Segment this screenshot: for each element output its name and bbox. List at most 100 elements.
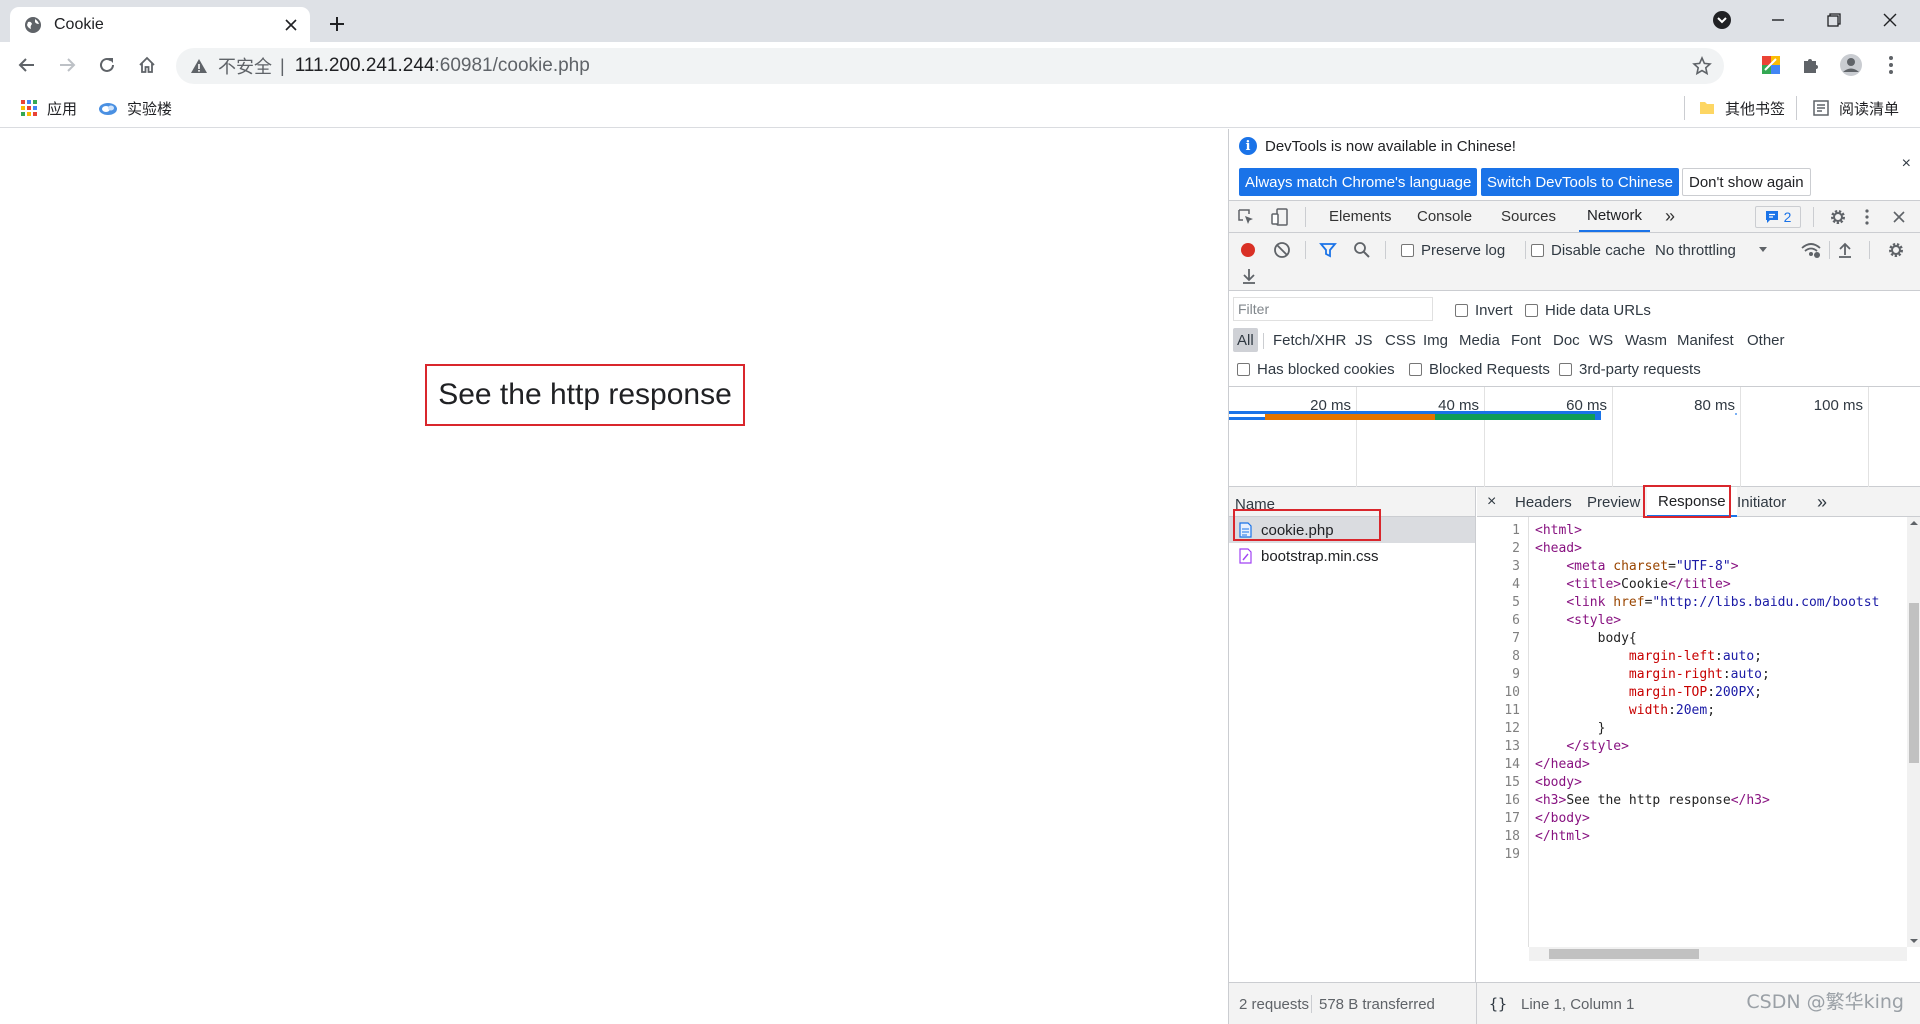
always-match-language-button[interactable]: Always match Chrome's language: [1239, 168, 1478, 196]
bookmark-star-icon[interactable]: [1692, 56, 1712, 76]
apps-grid-icon: [20, 99, 38, 117]
close-tab-icon[interactable]: [276, 10, 306, 40]
filter-type-font[interactable]: Font: [1507, 328, 1545, 352]
filter-type-ws[interactable]: WS: [1585, 328, 1617, 352]
network-overview-timeline[interactable]: 20 ms 40 ms 60 ms 80 ms 100 ms: [1229, 387, 1920, 487]
clear-icon[interactable]: [1273, 239, 1291, 261]
bookmark-shiyanlou[interactable]: 实验楼: [98, 95, 172, 121]
infobar-close-icon[interactable]: ×: [1902, 155, 1911, 173]
third-party-box[interactable]: [1559, 362, 1572, 376]
preserve-log-box[interactable]: [1401, 243, 1414, 257]
filter-type-all[interactable]: All: [1233, 328, 1258, 352]
blocked-requests-label: Blocked Requests: [1429, 360, 1550, 378]
issues-badge[interactable]: 2: [1755, 206, 1801, 228]
blocked-requests-box[interactable]: [1409, 362, 1422, 376]
network-settings-icon[interactable]: [1887, 239, 1905, 261]
bookmark-other[interactable]: 其他书签: [1698, 95, 1785, 121]
vertical-scroll-thumb[interactable]: [1909, 603, 1919, 763]
invert-checkbox[interactable]: Invert: [1455, 299, 1513, 321]
export-har-icon[interactable]: [1241, 265, 1257, 287]
settings-gear-icon[interactable]: [1829, 201, 1849, 232]
has-blocked-cookies-checkbox[interactable]: Has blocked cookies: [1237, 358, 1395, 380]
dont-show-again-button[interactable]: Don't show again: [1682, 168, 1811, 196]
back-button[interactable]: [10, 48, 44, 82]
url-path: :60981/cookie.php: [434, 55, 590, 76]
hide-data-urls-checkbox[interactable]: Hide data URLs: [1525, 299, 1651, 321]
tab-initiator[interactable]: Initiator: [1737, 487, 1786, 517]
security-label[interactable]: 不安全: [218, 53, 272, 79]
filter-type-img[interactable]: Img: [1419, 328, 1452, 352]
infobar-text: DevTools is now available in Chinese!: [1265, 137, 1516, 155]
status-divider: [1311, 995, 1312, 1013]
has-blocked-cookies-box[interactable]: [1237, 362, 1250, 376]
tab-network[interactable]: Network: [1579, 201, 1651, 232]
address-bar[interactable]: 不安全 | 111.200.241.244 :60981/cookie.php: [176, 48, 1724, 84]
filter-type-doc[interactable]: Doc: [1549, 328, 1584, 352]
response-source-viewer[interactable]: 1 2 3 4 5 6 7 8 9 10 11 12 13 14 15 16 17 18 19 <html> <hea…: [1477, 517, 1907, 947]
import-har-icon[interactable]: [1837, 239, 1853, 261]
request-list: Name cookie.php bootstrap.min.css: [1229, 487, 1476, 982]
filter-input[interactable]: Filter: [1233, 297, 1433, 321]
pretty-print-button[interactable]: {}: [1489, 983, 1507, 1024]
chrome-menu-icon[interactable]: [1874, 48, 1908, 82]
profile-avatar-icon[interactable]: [1834, 48, 1868, 82]
forward-button[interactable]: [50, 48, 84, 82]
filter-funnel-icon[interactable]: [1319, 239, 1337, 261]
restore-icon[interactable]: [1806, 0, 1862, 40]
tab-headers[interactable]: Headers: [1515, 487, 1572, 517]
network-conditions-icon[interactable]: [1800, 239, 1822, 261]
horizontal-scrollbar[interactable]: [1529, 947, 1907, 961]
tab-search-icon[interactable]: [1694, 0, 1750, 40]
new-tab-button[interactable]: [322, 9, 352, 39]
hide-data-urls-box[interactable]: [1525, 303, 1538, 317]
invert-box[interactable]: [1455, 303, 1468, 317]
close-detail-icon[interactable]: ×: [1487, 487, 1496, 517]
filter-type-media[interactable]: Media: [1455, 328, 1504, 352]
more-detail-tabs[interactable]: »: [1817, 487, 1827, 517]
vertical-scrollbar[interactable]: [1907, 517, 1920, 947]
filter-type-css[interactable]: CSS: [1381, 328, 1420, 352]
request-row-bootstrap-css[interactable]: bootstrap.min.css: [1229, 543, 1475, 569]
horizontal-scroll-thumb[interactable]: [1549, 949, 1699, 959]
filter-type-other[interactable]: Other: [1743, 328, 1789, 352]
more-tabs-button[interactable]: »: [1665, 201, 1675, 232]
devtools-menu-icon[interactable]: [1865, 201, 1879, 232]
close-devtools-icon[interactable]: [1893, 201, 1911, 232]
browser-tab[interactable]: Cookie: [10, 7, 310, 42]
tab-sources[interactable]: Sources: [1501, 201, 1556, 232]
tab-title: Cookie: [54, 15, 104, 33]
throttling-select[interactable]: No throttling: [1655, 239, 1768, 261]
close-window-icon[interactable]: [1862, 0, 1918, 40]
reload-button[interactable]: [90, 48, 124, 82]
blocked-requests-checkbox[interactable]: Blocked Requests: [1409, 358, 1550, 380]
code-line: }: [1535, 721, 1606, 736]
scroll-up-icon[interactable]: [1907, 517, 1920, 529]
warning-icon[interactable]: [190, 57, 208, 75]
extensions-puzzle-icon[interactable]: [1794, 48, 1828, 82]
scroll-down-icon[interactable]: [1907, 935, 1920, 947]
extension-colorful-icon[interactable]: [1754, 48, 1788, 82]
disable-cache-checkbox[interactable]: Disable cache: [1531, 239, 1645, 261]
filter-type-fetch-xhr[interactable]: Fetch/XHR: [1269, 328, 1350, 352]
minimize-icon[interactable]: [1750, 0, 1806, 40]
tab-console[interactable]: Console: [1417, 201, 1472, 232]
code-line: <meta charset="UTF-8">: [1566, 559, 1739, 574]
device-toolbar-icon[interactable]: [1271, 201, 1291, 232]
bookmark-apps-label: 应用: [47, 100, 78, 118]
inspect-element-icon[interactable]: [1237, 201, 1257, 232]
third-party-checkbox[interactable]: 3rd-party requests: [1559, 358, 1701, 380]
home-button[interactable]: [130, 48, 164, 82]
preserve-log-checkbox[interactable]: Preserve log: [1401, 239, 1505, 261]
search-icon[interactable]: [1353, 239, 1371, 261]
line-number: 4: [1512, 577, 1520, 592]
filter-type-js[interactable]: JS: [1351, 328, 1377, 352]
reading-list[interactable]: 阅读清单: [1812, 95, 1899, 121]
record-icon[interactable]: [1239, 239, 1257, 261]
filter-type-manifest[interactable]: Manifest: [1673, 328, 1738, 352]
bookmark-apps[interactable]: 应用: [20, 95, 77, 121]
filter-type-wasm[interactable]: Wasm: [1621, 328, 1671, 352]
tab-elements[interactable]: Elements: [1329, 201, 1392, 232]
switch-to-chinese-button[interactable]: Switch DevTools to Chinese: [1481, 168, 1679, 196]
disable-cache-box[interactable]: [1531, 243, 1544, 257]
tab-preview[interactable]: Preview: [1587, 487, 1640, 517]
